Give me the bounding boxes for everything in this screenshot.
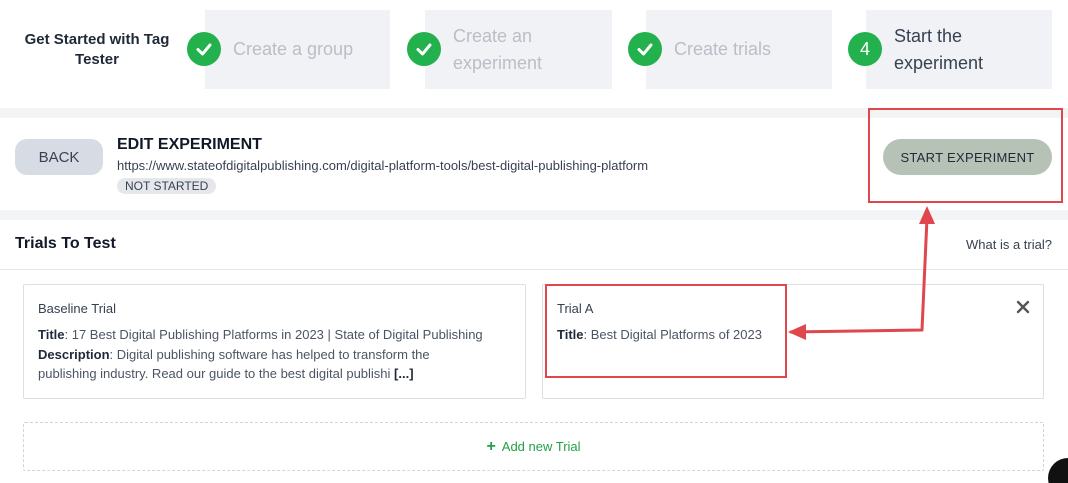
description-label: Description (38, 347, 110, 362)
annotation-box-start-experiment (868, 108, 1063, 203)
step-create-trials[interactable]: Create trials (628, 10, 832, 89)
title-label: Title (38, 327, 65, 342)
experiment-title: EDIT EXPERIMENT (117, 136, 262, 153)
step-create-experiment[interactable]: Create an experiment (407, 10, 612, 89)
check-icon (407, 32, 441, 66)
title-value: : 17 Best Digital Publishing Platforms i… (64, 327, 483, 342)
step-label: Start the experiment (894, 25, 984, 73)
step-label: Create a group (233, 39, 354, 59)
description-value-2: publishing industry. Read our guide to t… (38, 366, 395, 381)
step-label: Create trials (674, 39, 772, 59)
close-icon[interactable] (1015, 299, 1031, 315)
plus-icon: + (486, 437, 496, 455)
trial-description-line: Description: Digital publishing software… (38, 345, 430, 364)
trial-description-line-2: publishing industry. Read our guide to t… (38, 364, 414, 383)
divider (0, 269, 1068, 270)
back-button[interactable]: BACK (15, 139, 103, 175)
step-number-badge: 4 (848, 32, 882, 66)
annotation-box-trial-a (545, 284, 787, 378)
setup-stepper: Get Started with Tag Tester Create a gro… (0, 0, 1068, 108)
status-badge: NOT STARTED (117, 178, 217, 194)
add-trial-button[interactable]: + Add new Trial (23, 422, 1044, 471)
add-trial-label: Add new Trial (501, 439, 581, 454)
what-is-trial-link[interactable]: What is a trial? (966, 237, 1052, 252)
trial-card-baseline[interactable]: Baseline Trial Title: 17 Best Digital Pu… (23, 284, 526, 399)
check-icon (187, 32, 221, 66)
step-start-experiment[interactable]: 4 Start the experiment (848, 10, 1052, 89)
experiment-url: https://www.stateofdigitalpublishing.com… (117, 158, 649, 173)
description-value: : Digital publishing software has helped… (109, 347, 430, 362)
check-icon (628, 32, 662, 66)
step-label: Create an experiment (453, 25, 543, 73)
trials-section: Trials To Test What is a trial? Baseline… (0, 220, 1068, 483)
stepper-title: Get Started with Tag Tester (24, 31, 170, 68)
tag-tester-page: Get Started with Tag Tester Create a gro… (0, 0, 1068, 483)
read-more-link[interactable]: [...] (394, 366, 414, 381)
trial-name: Baseline Trial (38, 301, 117, 316)
step-create-group[interactable]: Create a group (187, 10, 390, 89)
trial-title-line: Title: 17 Best Digital Publishing Platfo… (38, 325, 483, 344)
trials-heading: Trials To Test (15, 235, 116, 252)
